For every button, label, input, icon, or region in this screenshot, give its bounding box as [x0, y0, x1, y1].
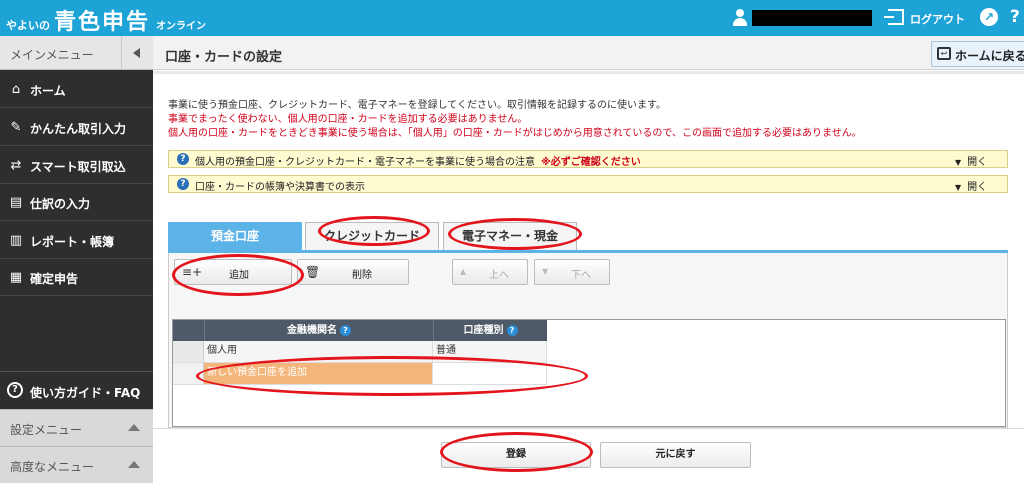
pencil-icon: ✎ — [10, 120, 22, 135]
intro-note-red: 個人用の口座・カードをときどき事業に使う場合は、「個人用」の口座・カードがはじめ… — [168, 128, 862, 139]
user-icon — [733, 9, 747, 27]
brand-suffix: オンライン — [156, 21, 207, 32]
import-icon: ⇄ — [10, 158, 22, 173]
notice-text: 個人用の預金口座・クレジットカード・電子マネーを事業に使う場合の注意 ※必ずご確認… — [195, 157, 641, 168]
home-icon: ⌂ — [11, 82, 21, 97]
sidebar-item-guide-faq[interactable]: ? 使い方ガイド・FAQ — [0, 371, 153, 409]
add-button-label: 追加 — [229, 270, 249, 281]
move-up-label: 上へ — [489, 270, 509, 281]
revert-button[interactable]: 元に戻す — [600, 442, 751, 468]
sidebar-item-label: 確定申告 — [30, 272, 79, 286]
brand-main: 青色申告 — [54, 10, 151, 35]
notice-open-toggle[interactable]: 開く — [955, 178, 987, 193]
add-button[interactable]: ≡+ 追加 — [174, 259, 292, 285]
journal-icon: ▤ — [9, 195, 23, 210]
new-account-row[interactable]: 新しい預金口座を追加 — [204, 363, 433, 385]
row-number-cell — [173, 341, 204, 363]
sidebar-item-label: レポート・帳簿 — [30, 235, 115, 249]
table-header-rownum — [173, 320, 204, 341]
arrow-down-icon: ▼ — [542, 267, 549, 276]
delete-button-label: 削除 — [352, 270, 372, 281]
question-icon: ? — [177, 153, 189, 165]
page-title-bar: 口座・カードの設定 ↩ ホームに戻る — [153, 36, 1024, 70]
username-redacted — [752, 10, 872, 26]
row-number-cell — [173, 363, 204, 385]
arrow-up-icon: ▲ — [460, 267, 467, 276]
sidebar: メインメニュー ⌂ ホーム ✎ かんたん取引入力 ⇄ スマート取引取込 ▤ 仕訳… — [0, 36, 153, 483]
intro-text: 事業に使う預金口座、クレジットカード、電子マネーを登録してください。取引情報を記… — [168, 100, 666, 111]
help-icon[interactable]: ? — [340, 324, 351, 336]
notice-open-toggle[interactable]: 開く — [955, 153, 987, 168]
table-cell-account-type[interactable] — [433, 363, 547, 385]
tab-credit-cards[interactable]: クレジットカード — [305, 222, 439, 250]
calculator-icon: ▦ — [9, 270, 23, 285]
settings-menu-toggle[interactable]: 設定メニュー — [0, 409, 153, 446]
logout-link[interactable]: ログアウト — [910, 11, 965, 27]
sidebar-item-label: かんたん取引入力 — [30, 122, 127, 136]
question-icon: ? — [7, 382, 23, 398]
guide-label: 使い方ガイド・FAQ — [30, 386, 141, 400]
sidebar-item-label: ホーム — [30, 84, 66, 98]
move-up-button[interactable]: ▲ 上へ — [452, 259, 528, 285]
sidebar-item-journal-entry[interactable]: ▤ 仕訳の入力 — [0, 184, 153, 221]
intro-note-red: 事業でまったく使わない、個人用の口座・カードを追加する必要はありません。 — [168, 114, 528, 125]
sidebar-item-label: スマート取引取込 — [30, 160, 126, 174]
sidebar-item-tax-return[interactable]: ▦ 確定申告 — [0, 259, 153, 296]
delete-button[interactable]: 🗑 削除 — [297, 259, 409, 285]
app-logo[interactable]: やよいの 青色申告 オンライン — [6, 4, 206, 36]
move-down-button[interactable]: ▼ 下へ — [534, 259, 610, 285]
return-icon: ↩ — [937, 47, 951, 60]
logout-icon[interactable] — [884, 9, 904, 25]
brand-prefix: やよいの — [6, 19, 50, 32]
question-icon: ? — [177, 178, 189, 190]
accounts-table: 金融機関名? 口座種別? 個人用 普通 新しい預金口座を追加 — [172, 319, 1006, 427]
tab-bank-accounts[interactable]: 預金口座 — [168, 222, 302, 250]
back-to-home-button[interactable]: ↩ ホームに戻る — [931, 41, 1024, 67]
table-cell-institution[interactable]: 個人用 — [204, 341, 433, 363]
table-cell-account-type[interactable]: 普通 — [433, 341, 547, 363]
collapse-sidebar-button[interactable] — [121, 36, 153, 70]
table-header-institution: 金融機関名? — [204, 320, 433, 341]
trash-icon: 🗑 — [305, 265, 321, 279]
notice-warning: ※必ずご確認ください — [541, 157, 641, 168]
sidebar-item-smart-import[interactable]: ⇄ スマート取引取込 — [0, 147, 153, 184]
settings-menu-label: 設定メニュー — [10, 423, 83, 437]
sidebar-item-label: 仕訳の入力 — [30, 197, 91, 211]
register-button[interactable]: 登録 — [441, 442, 591, 468]
main-menu-title: メインメニュー — [10, 48, 94, 62]
page-title: 口座・カードの設定 — [165, 50, 283, 65]
add-list-icon: ≡+ — [182, 265, 203, 279]
chevron-up-icon — [128, 461, 140, 468]
sidebar-item-easy-entry[interactable]: ✎ かんたん取引入力 — [0, 109, 153, 146]
tab-emoney-cash[interactable]: 電子マネー・現金 — [443, 222, 577, 250]
notice-text: 口座・カードの帳簿や決算書での表示 — [195, 182, 365, 193]
notice-display-in-books[interactable]: ? 口座・カードの帳簿や決算書での表示 開く — [168, 175, 1008, 193]
home-button-label: ホームに戻る — [955, 49, 1024, 63]
notice-personal-accounts[interactable]: ? 個人用の預金口座・クレジットカード・電子マネーを事業に使う場合の注意 ※必ずご… — [168, 150, 1008, 168]
advanced-menu-toggle[interactable]: 高度なメニュー — [0, 446, 153, 483]
external-link-icon[interactable]: ↗ — [980, 8, 998, 26]
help-icon[interactable]: ? — [506, 324, 518, 336]
divider — [153, 71, 1024, 74]
advanced-menu-label: 高度なメニュー — [10, 460, 95, 474]
move-down-label: 下へ — [571, 270, 591, 281]
chevron-up-icon — [128, 424, 140, 431]
help-icon[interactable]: ? — [1010, 7, 1020, 27]
main-menu-header: メインメニュー — [0, 36, 153, 70]
table-header-account-type: 口座種別? — [433, 320, 547, 341]
top-header-bar: やよいの 青色申告 オンライン ログアウト ↗ ? — [0, 0, 1024, 36]
sidebar-item-reports[interactable]: ▥ レポート・帳簿 — [0, 222, 153, 259]
sidebar-item-home[interactable]: ⌂ ホーム — [0, 71, 153, 108]
chart-icon: ▥ — [9, 233, 23, 248]
